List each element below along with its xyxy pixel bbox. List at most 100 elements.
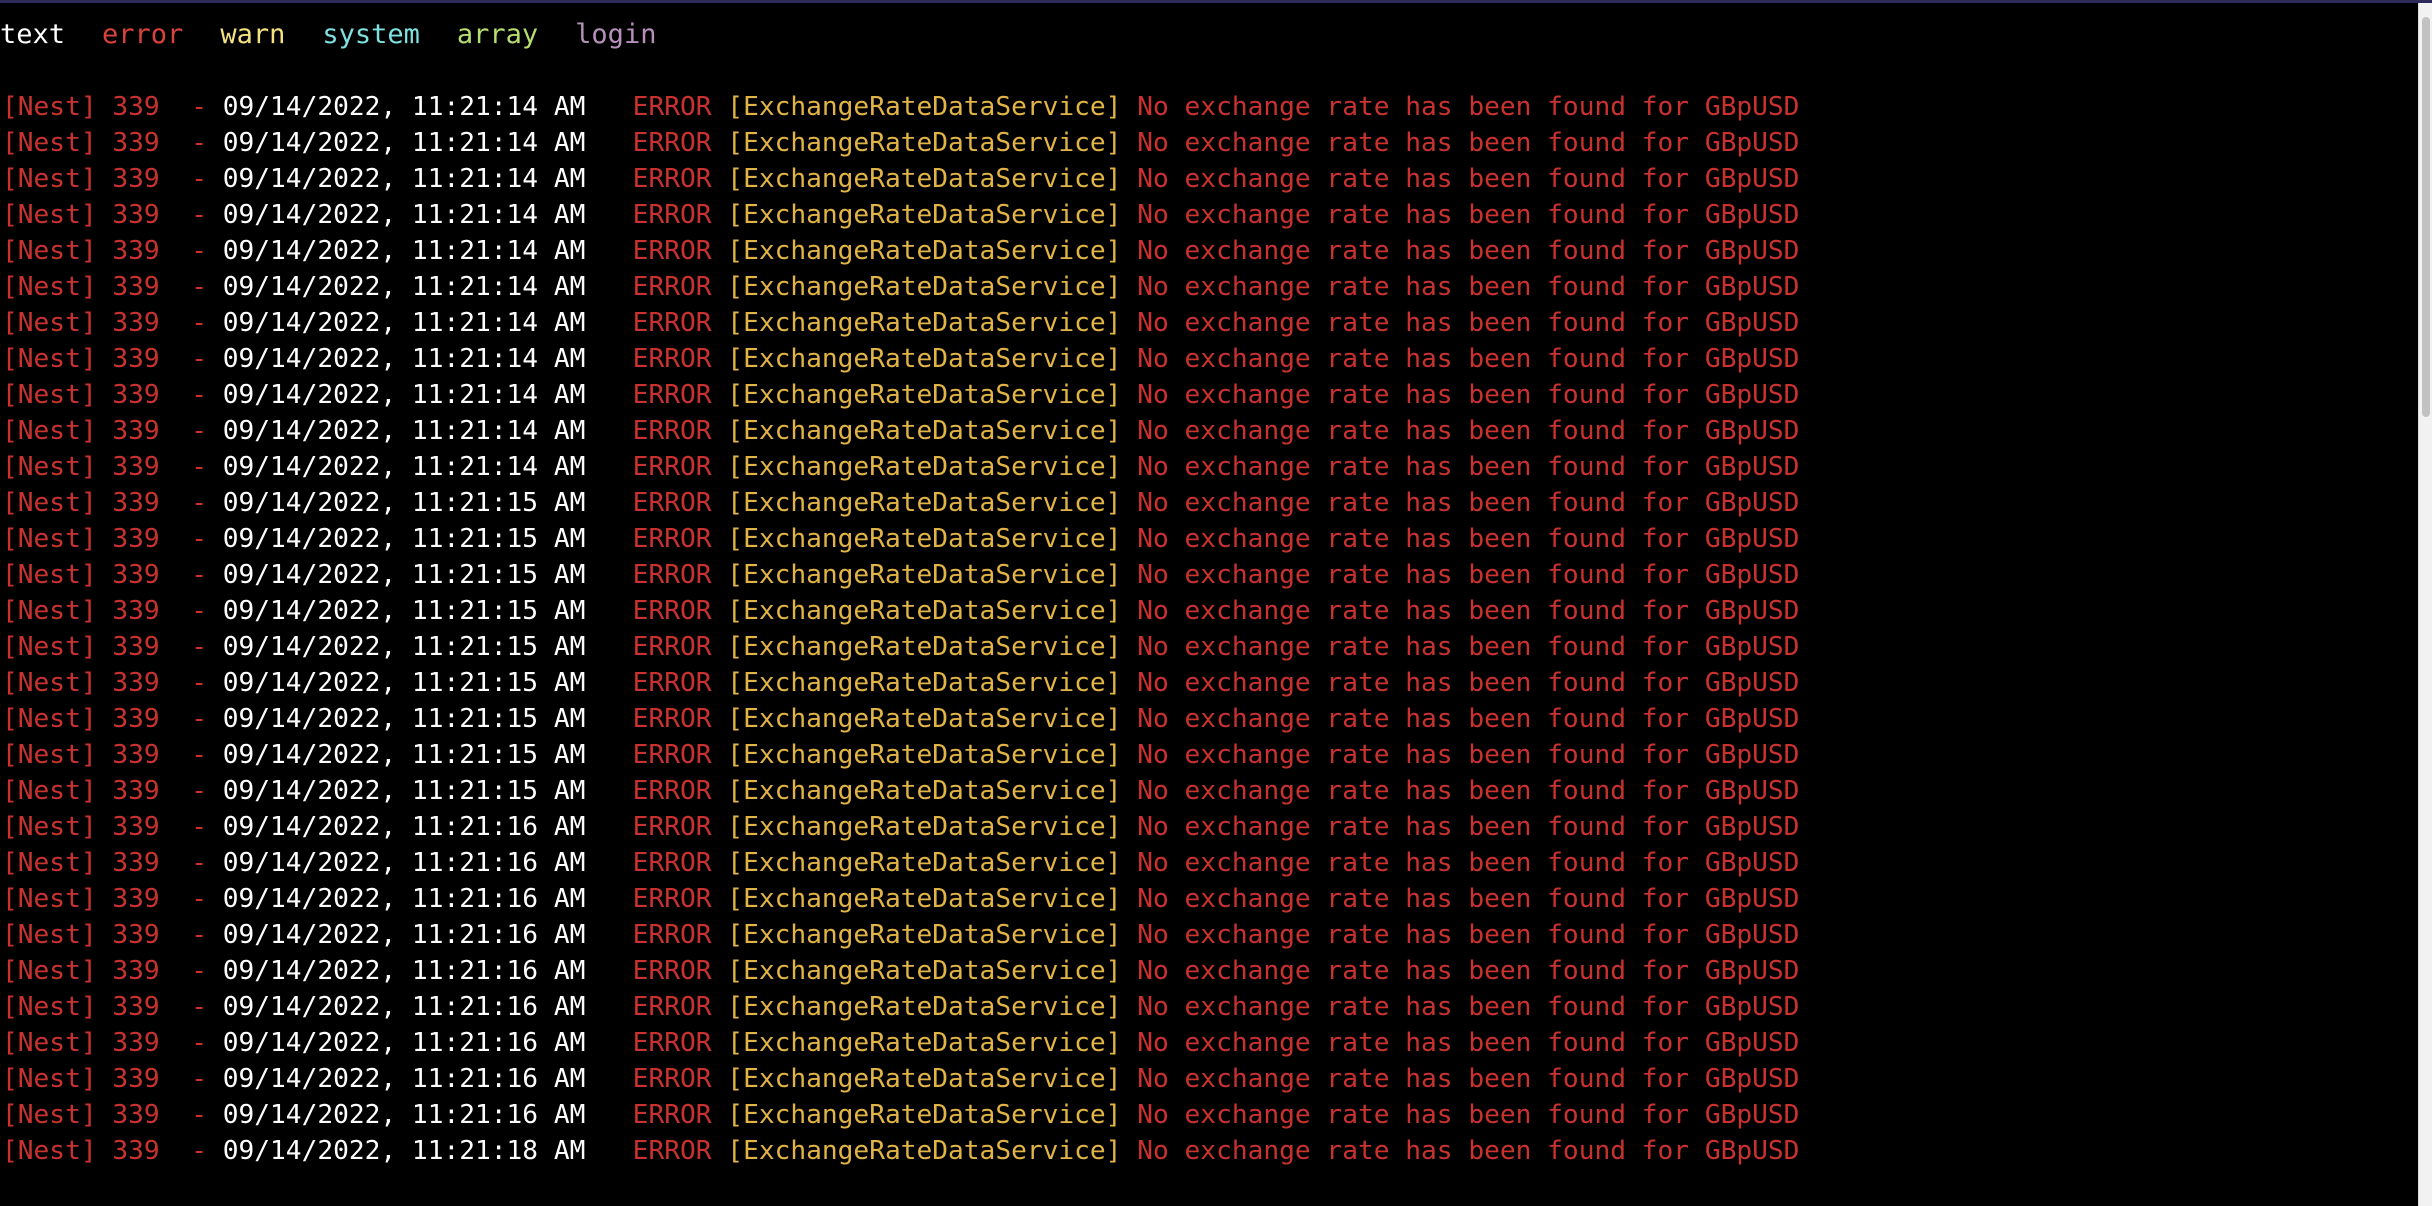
log-level: ERROR (632, 956, 712, 986)
log-message: No exchange rate has been found for GBpU… (1137, 956, 1800, 986)
log-level: ERROR (632, 668, 712, 698)
log-line: [Nest] 339 - 09/14/2022, 11:21:16 AM ERR… (2, 989, 1799, 1025)
log-timestamp: 09/14/2022, 11:21:15 AM (222, 704, 586, 734)
log-level: ERROR (632, 128, 712, 158)
log-timestamp: 09/14/2022, 11:21:14 AM (222, 344, 586, 374)
log-context: [ExchangeRateDataService] (727, 272, 1122, 302)
log-context: [ExchangeRateDataService] (727, 524, 1122, 554)
scrollbar-thumb[interactable] (2422, 17, 2430, 417)
log-prefix: [Nest] 339 - (2, 416, 223, 446)
log-level: ERROR (632, 992, 712, 1022)
log-line: [Nest] 339 - 09/14/2022, 11:21:14 AM ERR… (2, 269, 1799, 305)
log-line: [Nest] 339 - 09/14/2022, 11:21:14 AM ERR… (2, 125, 1799, 161)
log-timestamp: 09/14/2022, 11:21:15 AM (222, 740, 586, 770)
log-level: ERROR (632, 164, 712, 194)
log-context: [ExchangeRateDataService] (727, 1028, 1122, 1058)
log-line: [Nest] 339 - 09/14/2022, 11:21:16 AM ERR… (2, 881, 1799, 917)
log-message: No exchange rate has been found for GBpU… (1137, 560, 1800, 590)
log-level: ERROR (632, 740, 712, 770)
log-prefix: [Nest] 339 - (2, 560, 223, 590)
log-line: [Nest] 339 - 09/14/2022, 11:21:16 AM ERR… (2, 845, 1799, 881)
log-timestamp: 09/14/2022, 11:21:14 AM (222, 128, 586, 158)
filter-text[interactable]: text (0, 17, 65, 53)
filter-system[interactable]: system (322, 17, 420, 53)
log-timestamp: 09/14/2022, 11:21:15 AM (222, 524, 586, 554)
log-level: ERROR (632, 1028, 712, 1058)
log-prefix: [Nest] 339 - (2, 992, 223, 1022)
log-prefix: [Nest] 339 - (2, 1136, 223, 1166)
log-line: [Nest] 339 - 09/14/2022, 11:21:14 AM ERR… (2, 341, 1799, 377)
log-level: ERROR (632, 920, 712, 950)
filter-login[interactable]: login (575, 17, 656, 53)
log-filter-bar: text error warn system array login (0, 17, 693, 53)
log-level: ERROR (632, 776, 712, 806)
log-prefix: [Nest] 339 - (2, 884, 223, 914)
log-prefix: [Nest] 339 - (2, 596, 223, 626)
log-context: [ExchangeRateDataService] (727, 812, 1122, 842)
log-line: [Nest] 339 - 09/14/2022, 11:21:14 AM ERR… (2, 161, 1799, 197)
log-line: [Nest] 339 - 09/14/2022, 11:21:16 AM ERR… (2, 917, 1799, 953)
filter-array[interactable]: array (457, 17, 538, 53)
log-context: [ExchangeRateDataService] (727, 992, 1122, 1022)
log-context: [ExchangeRateDataService] (727, 560, 1122, 590)
log-level: ERROR (632, 200, 712, 230)
log-level: ERROR (632, 272, 712, 302)
log-level: ERROR (632, 380, 712, 410)
log-message: No exchange rate has been found for GBpU… (1137, 308, 1800, 338)
log-prefix: [Nest] 339 - (2, 920, 223, 950)
log-message: No exchange rate has been found for GBpU… (1137, 596, 1800, 626)
log-message: No exchange rate has been found for GBpU… (1137, 92, 1800, 122)
log-message: No exchange rate has been found for GBpU… (1137, 272, 1800, 302)
log-timestamp: 09/14/2022, 11:21:14 AM (222, 92, 586, 122)
log-message: No exchange rate has been found for GBpU… (1137, 1136, 1800, 1166)
log-prefix: [Nest] 339 - (2, 1064, 223, 1094)
log-context: [ExchangeRateDataService] (727, 740, 1122, 770)
log-context: [ExchangeRateDataService] (727, 668, 1122, 698)
log-timestamp: 09/14/2022, 11:21:14 AM (222, 236, 586, 266)
vertical-scrollbar[interactable] (2418, 3, 2432, 1206)
log-context: [ExchangeRateDataService] (727, 1064, 1122, 1094)
log-timestamp: 09/14/2022, 11:21:16 AM (222, 1100, 586, 1130)
log-timestamp: 09/14/2022, 11:21:15 AM (222, 488, 586, 518)
log-message: No exchange rate has been found for GBpU… (1137, 1100, 1800, 1130)
log-prefix: [Nest] 339 - (2, 848, 223, 878)
log-timestamp: 09/14/2022, 11:21:15 AM (222, 668, 586, 698)
log-context: [ExchangeRateDataService] (727, 956, 1122, 986)
log-line: [Nest] 339 - 09/14/2022, 11:21:14 AM ERR… (2, 377, 1799, 413)
log-prefix: [Nest] 339 - (2, 1028, 223, 1058)
log-viewer: text error warn system array login [Nest] 339… (0, 3, 2418, 1206)
log-timestamp: 09/14/2022, 11:21:14 AM (222, 380, 586, 410)
log-message: No exchange rate has been found for GBpU… (1137, 452, 1800, 482)
log-output: [Nest] 339 - 09/14/2022, 11:21:14 AM ERR… (2, 89, 1799, 1169)
log-timestamp: 09/14/2022, 11:21:14 AM (222, 200, 586, 230)
log-line: [Nest] 339 - 09/14/2022, 11:21:15 AM ERR… (2, 521, 1799, 557)
log-level: ERROR (632, 884, 712, 914)
log-timestamp: 09/14/2022, 11:21:16 AM (222, 956, 586, 986)
log-message: No exchange rate has been found for GBpU… (1137, 1064, 1800, 1094)
log-context: [ExchangeRateDataService] (727, 164, 1122, 194)
log-message: No exchange rate has been found for GBpU… (1137, 992, 1800, 1022)
log-message: No exchange rate has been found for GBpU… (1137, 704, 1800, 734)
filter-error[interactable]: error (102, 17, 183, 53)
log-message: No exchange rate has been found for GBpU… (1137, 380, 1800, 410)
filter-warn[interactable]: warn (220, 17, 285, 53)
log-timestamp: 09/14/2022, 11:21:14 AM (222, 452, 586, 482)
log-message: No exchange rate has been found for GBpU… (1137, 344, 1800, 374)
log-message: No exchange rate has been found for GBpU… (1137, 1028, 1800, 1058)
log-context: [ExchangeRateDataService] (727, 596, 1122, 626)
log-prefix: [Nest] 339 - (2, 488, 223, 518)
log-context: [ExchangeRateDataService] (727, 128, 1122, 158)
log-context: [ExchangeRateDataService] (727, 1136, 1122, 1166)
log-level: ERROR (632, 704, 712, 734)
log-line: [Nest] 339 - 09/14/2022, 11:21:16 AM ERR… (2, 953, 1799, 989)
log-line: [Nest] 339 - 09/14/2022, 11:21:14 AM ERR… (2, 413, 1799, 449)
log-timestamp: 09/14/2022, 11:21:16 AM (222, 920, 586, 950)
log-line: [Nest] 339 - 09/14/2022, 11:21:15 AM ERR… (2, 629, 1799, 665)
log-context: [ExchangeRateDataService] (727, 92, 1122, 122)
log-level: ERROR (632, 812, 712, 842)
log-timestamp: 09/14/2022, 11:21:14 AM (222, 416, 586, 446)
log-line: [Nest] 339 - 09/14/2022, 11:21:14 AM ERR… (2, 449, 1799, 485)
log-context: [ExchangeRateDataService] (727, 380, 1122, 410)
log-timestamp: 09/14/2022, 11:21:16 AM (222, 884, 586, 914)
log-timestamp: 09/14/2022, 11:21:15 AM (222, 560, 586, 590)
